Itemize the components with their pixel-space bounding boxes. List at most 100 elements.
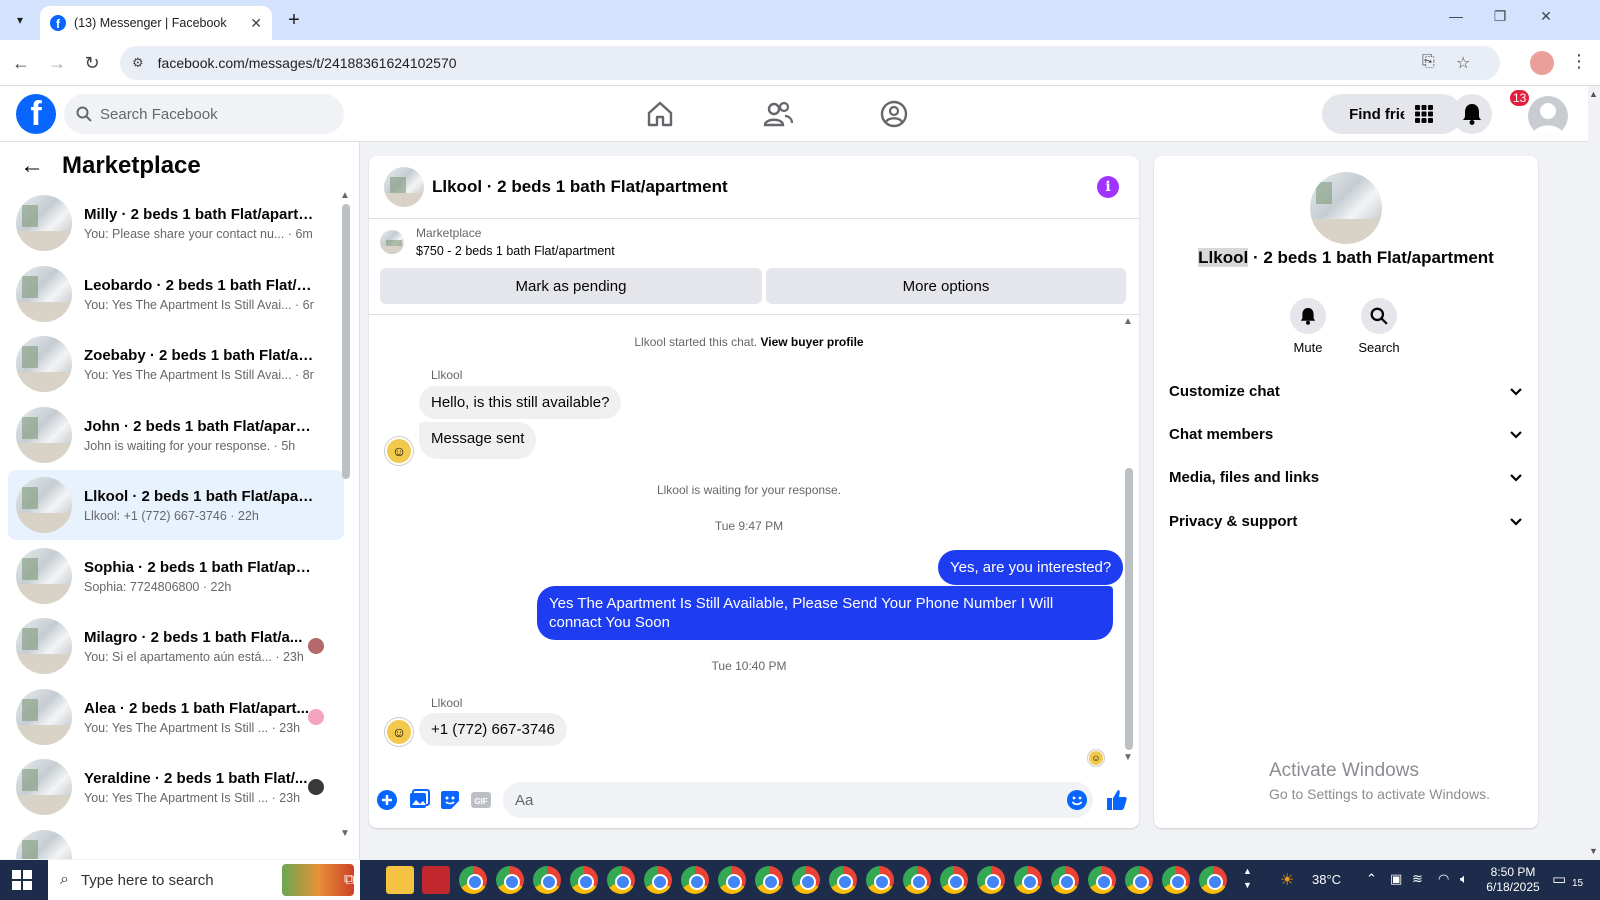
taskbar-search-input[interactable] <box>80 871 261 889</box>
new-tab-plus-icon[interactable]: + <box>282 8 306 32</box>
window-close-icon[interactable]: ✕ <box>1534 8 1558 25</box>
conversation-item[interactable]: John · 2 beds 1 bath Flat/apartm... John … <box>8 400 344 470</box>
facebook-search[interactable] <box>64 94 344 134</box>
windows-start-icon[interactable] <box>12 870 32 890</box>
language-icon[interactable]: ≋ <box>1412 871 1423 887</box>
file-explorer-icon[interactable] <box>386 866 414 894</box>
customize-chat-row[interactable]: Customize chat <box>1169 371 1523 411</box>
conversation-list-scrollbar[interactable] <box>342 204 350 479</box>
chrome-icon[interactable] <box>792 866 820 894</box>
chat-title[interactable]: Llkool · 2 beds 1 bath Flat/apartment <box>432 177 728 197</box>
incoming-message[interactable]: Message sent <box>419 422 537 459</box>
conversation-item[interactable]: Alea · 2 beds 1 bath Flat/apart... You: Y… <box>8 682 344 752</box>
thumbs-up-icon[interactable] <box>1105 788 1129 812</box>
chrome-icon[interactable] <box>681 866 709 894</box>
chrome-icon[interactable] <box>1051 866 1079 894</box>
conversation-item[interactable]: Yeraldine · 2 beds 1 bath Flat/... You: Y… <box>8 752 344 822</box>
listing-summary[interactable]: Marketplace $750 - 2 beds 1 bath Flat/ap… <box>380 226 615 258</box>
incoming-message[interactable]: +1 (772) 667-3746 <box>419 713 567 746</box>
conversation-item[interactable]: Leobardo · 2 beds 1 bath Flat/ap... You: … <box>8 259 344 329</box>
conversation-item-active[interactable]: Llkool · 2 beds 1 bath Flat/apart... Llko… <box>8 470 344 540</box>
sender-avatar[interactable]: ☺ <box>385 718 413 746</box>
more-options-button[interactable]: More options <box>766 268 1126 304</box>
photo-icon[interactable] <box>407 788 431 812</box>
view-buyer-profile-link[interactable]: View buyer profile <box>760 335 863 349</box>
notifications-button[interactable] <box>1452 94 1492 134</box>
chrome-icon[interactable] <box>496 866 524 894</box>
scroll-down-arrow-icon[interactable]: ▼ <box>1123 752 1133 763</box>
chrome-icon[interactable] <box>1088 866 1116 894</box>
chrome-icon[interactable] <box>1162 866 1190 894</box>
chrome-icon[interactable] <box>1199 866 1227 894</box>
tab-close-icon[interactable]: ✕ <box>250 15 262 32</box>
browser-menu-icon[interactable]: ⋮ <box>1570 51 1588 72</box>
info-icon[interactable]: i <box>1097 176 1119 198</box>
chat-scrollbar[interactable] <box>1125 468 1133 750</box>
restore-icon[interactable]: ❐ <box>1488 8 1512 25</box>
chrome-icon[interactable] <box>1014 866 1042 894</box>
scroll-down-arrow-icon[interactable]: ▼ <box>340 828 350 839</box>
taskbar-clock[interactable]: 8:50 PM 6/18/2025 <box>1478 865 1548 895</box>
browser-profile-avatar[interactable] <box>1530 51 1554 75</box>
gaming-icon[interactable] <box>878 98 910 130</box>
page-scroll-down-arrow-icon[interactable]: ▼ <box>1589 846 1598 856</box>
listing-avatar-large[interactable] <box>1310 172 1382 244</box>
emoji-icon[interactable] <box>1065 788 1089 812</box>
taskbar-overflow-arrows-icon[interactable]: ▲ ▼ <box>1243 864 1252 892</box>
scroll-up-arrow-icon[interactable]: ▲ <box>1123 316 1133 327</box>
volume-icon[interactable]: 🔈︎ <box>1460 871 1468 887</box>
address-bar[interactable]: ⚙ facebook.com/messages/t/24188361624102… <box>120 46 1500 80</box>
conversation-item[interactable]: Zoebaby · 2 beds 1 bath Flat/apa... You: … <box>8 329 344 399</box>
search-in-chat-button[interactable]: Search <box>1349 298 1409 355</box>
chrome-icon[interactable] <box>903 866 931 894</box>
facebook-logo[interactable]: f <box>16 94 56 134</box>
weather-icon[interactable]: ☀ <box>1280 870 1294 890</box>
chrome-icon[interactable] <box>644 866 672 894</box>
chrome-icon[interactable] <box>718 866 746 894</box>
chrome-icon[interactable] <box>607 866 635 894</box>
chrome-icon[interactable] <box>829 866 857 894</box>
incoming-message[interactable]: Hello, is this still available? <box>419 386 622 419</box>
tray-chevron-icon[interactable]: ⌃ <box>1366 871 1377 887</box>
chrome-icon[interactable] <box>977 866 1005 894</box>
conversation-item[interactable]: Milly · 2 beds 1 bath Flat/apartm... You:… <box>8 188 344 258</box>
taskbar-search[interactable]: ⌕ <box>48 860 360 900</box>
back-arrow-icon[interactable]: ← <box>20 152 44 180</box>
message-input-wrapper[interactable] <box>503 782 1093 818</box>
task-view-icon[interactable]: ⧉ <box>344 871 355 888</box>
gif-icon[interactable]: GIF <box>469 788 493 812</box>
minimize-icon[interactable]: — <box>1444 8 1468 24</box>
media-files-links-row[interactable]: Media, files and links <box>1169 457 1523 497</box>
forward-arrow-icon[interactable]: → <box>44 50 70 76</box>
chrome-icon[interactable] <box>570 866 598 894</box>
chrome-icon[interactable] <box>533 866 561 894</box>
apps-menu-button[interactable] <box>1404 94 1444 134</box>
chrome-icon[interactable] <box>866 866 894 894</box>
install-app-icon[interactable]: ⎘ <box>1422 53 1435 71</box>
plus-circle-icon[interactable] <box>375 788 399 812</box>
tray-device-icon[interactable]: ▣ <box>1390 871 1402 887</box>
scroll-up-arrow-icon[interactable]: ▲ <box>340 190 350 201</box>
sender-avatar[interactable]: ☺ <box>385 437 413 465</box>
browser-tab-messenger[interactable]: f (13) Messenger | Facebook ✕ <box>40 6 272 40</box>
conversation-item[interactable]: Milagro · 2 beds 1 bath Flat/a... You: Si… <box>8 611 344 681</box>
chrome-icon[interactable] <box>940 866 968 894</box>
temperature[interactable]: 38°C <box>1312 872 1341 887</box>
account-avatar[interactable] <box>1528 96 1568 136</box>
mute-button[interactable]: Mute <box>1278 298 1338 355</box>
reload-icon[interactable]: ↻ <box>79 50 105 76</box>
page-scroll-up-arrow-icon[interactable]: ▲ <box>1589 89 1598 99</box>
tab-search-chevron-icon[interactable]: ▾ <box>8 8 32 32</box>
wifi-icon[interactable]: ◠ <box>1438 871 1449 887</box>
outgoing-message[interactable]: Yes The Apartment Is Still Available, Pl… <box>537 586 1113 640</box>
site-info-icon[interactable]: ⚙ <box>132 55 144 71</box>
chrome-icon[interactable] <box>755 866 783 894</box>
conversation-item-partial[interactable] <box>8 823 344 859</box>
privacy-support-row[interactable]: Privacy & support <box>1169 501 1523 541</box>
sticker-icon[interactable] <box>438 788 462 812</box>
taskbar-app-icon[interactable] <box>422 866 450 894</box>
facebook-search-input[interactable] <box>100 105 320 123</box>
chrome-icon[interactable] <box>459 866 487 894</box>
home-icon[interactable] <box>644 98 676 130</box>
friends-icon[interactable] <box>762 98 794 130</box>
